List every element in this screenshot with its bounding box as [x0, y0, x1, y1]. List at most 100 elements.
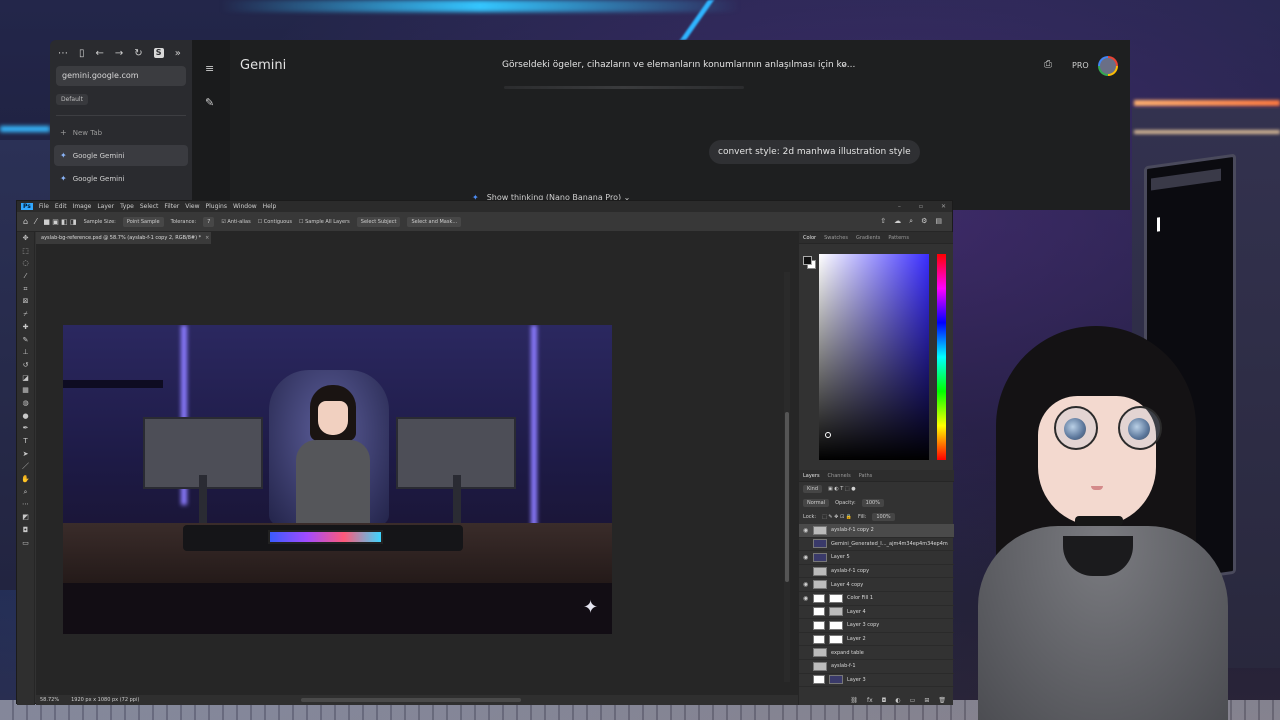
- frame-tool-icon[interactable]: ⊠: [17, 295, 34, 308]
- new-layer-icon[interactable]: ⊞: [924, 697, 929, 704]
- tab-google-gemini[interactable]: ✦ Google Gemini: [54, 168, 188, 189]
- layer-row[interactable]: ◉ Layer 4 copy: [799, 578, 954, 592]
- history-brush-icon[interactable]: ↺: [17, 359, 34, 372]
- tab-google-gemini[interactable]: ✦ Google Gemini: [54, 145, 188, 166]
- layer-row[interactable]: Layer 2: [799, 633, 954, 647]
- kind-filter-select[interactable]: Kind: [803, 485, 823, 493]
- brush-tool-icon[interactable]: ✎: [17, 334, 34, 347]
- layer-row[interactable]: Gemini_Generated_I..._ajm4m34ep4m34ep4m: [799, 538, 954, 552]
- image-canvas[interactable]: ✦: [63, 325, 612, 634]
- contiguous-checkbox[interactable]: ☐ Contiguous: [258, 219, 292, 225]
- document-tab[interactable]: ayslab-bg-reference.psd @ 58.7% (ayslab-…: [36, 232, 211, 244]
- menu-window[interactable]: Window: [233, 203, 257, 210]
- type-tool-icon[interactable]: T: [17, 435, 34, 448]
- chevron-down-icon[interactable]: ⌄: [840, 59, 848, 69]
- selection-mode-icon[interactable]: ■ ▣ ◧ ◨: [43, 218, 76, 226]
- search-icon[interactable]: ⌕: [909, 217, 913, 226]
- more-tools-icon[interactable]: ⋯: [17, 498, 34, 511]
- anti-alias-checkbox[interactable]: ☑ Anti-alias: [221, 219, 250, 225]
- expand-icon[interactable]: »: [175, 48, 181, 59]
- magic-wand-icon[interactable]: ⁄: [35, 217, 36, 226]
- crop-tool-icon[interactable]: ⌗: [17, 283, 34, 296]
- eraser-tool-icon[interactable]: ◪: [17, 372, 34, 385]
- healing-tool-icon[interactable]: ✚: [17, 321, 34, 334]
- horizontal-scrollbar[interactable]: [301, 698, 522, 702]
- sample-size-select[interactable]: Point Sample: [122, 216, 164, 227]
- close-icon[interactable]: ×: [205, 235, 209, 241]
- marquee-tool-icon[interactable]: ⬚: [17, 245, 34, 258]
- layer-row[interactable]: expand table: [799, 646, 954, 660]
- menu-image[interactable]: Image: [73, 203, 92, 210]
- cloud-icon[interactable]: ☁: [894, 217, 901, 226]
- hue-slider[interactable]: [937, 254, 946, 460]
- magic-wand-tool-icon[interactable]: ⁄: [17, 270, 34, 283]
- gradient-tool-icon[interactable]: ▦: [17, 384, 34, 397]
- layer-row[interactable]: Layer 4: [799, 606, 954, 620]
- pen-tool-icon[interactable]: ✒: [17, 422, 34, 435]
- tab-channels[interactable]: Channels: [828, 473, 851, 479]
- foreground-color-swatch[interactable]: [803, 256, 812, 265]
- menu-file[interactable]: File: [39, 203, 49, 210]
- select-subject-button[interactable]: Select Subject: [356, 216, 401, 227]
- layer-row[interactable]: Layer 3 copy: [799, 619, 954, 633]
- blur-tool-icon[interactable]: ◍: [17, 397, 34, 410]
- home-icon[interactable]: ⌂: [23, 217, 28, 226]
- trash-icon[interactable]: 🗑: [938, 697, 946, 704]
- more-icon[interactable]: ⋯: [58, 48, 68, 59]
- hand-tool-icon[interactable]: ✋: [17, 473, 34, 486]
- close-icon[interactable]: ✕: [941, 203, 946, 210]
- mask-icon[interactable]: ◘: [882, 697, 887, 704]
- layer-row[interactable]: Layer 3: [799, 674, 954, 688]
- eye-icon[interactable]: ◉: [803, 527, 809, 534]
- menu-layer[interactable]: Layer: [97, 203, 114, 210]
- eye-icon[interactable]: ◉: [803, 581, 809, 588]
- menu-view[interactable]: View: [185, 203, 199, 210]
- sidebar-toggle-icon[interactable]: ▯: [79, 48, 85, 59]
- eyedropper-tool-icon[interactable]: ⌿: [17, 308, 34, 321]
- menu-edit[interactable]: Edit: [55, 203, 67, 210]
- folder-icon[interactable]: ▭: [910, 697, 916, 704]
- chat-title[interactable]: Görseldeki ögeler, cihazların ve elemanl…: [502, 60, 855, 70]
- layer-row[interactable]: ◉ Layer 5: [799, 551, 954, 565]
- color-swatch-icon[interactable]: ◩: [17, 511, 34, 524]
- move-tool-icon[interactable]: ✥: [17, 232, 34, 245]
- sample-all-layers-checkbox[interactable]: ☐ Sample All Layers: [299, 219, 350, 225]
- tab-gradients[interactable]: Gradients: [856, 235, 880, 241]
- avatar[interactable]: [1098, 56, 1118, 76]
- select-and-mask-button[interactable]: Select and Mask...: [407, 216, 462, 227]
- fx-icon[interactable]: fx: [867, 697, 873, 704]
- link-icon[interactable]: ⛓: [850, 697, 858, 704]
- layer-row[interactable]: ◉ Color Fill 1: [799, 592, 954, 606]
- tab-layers[interactable]: Layers: [803, 473, 820, 479]
- workspace-icon[interactable]: ▤: [935, 217, 942, 226]
- back-icon[interactable]: ←: [96, 48, 104, 59]
- menu-help[interactable]: Help: [263, 203, 277, 210]
- dodge-tool-icon[interactable]: ●: [17, 410, 34, 423]
- maximize-icon[interactable]: ▫: [919, 203, 923, 210]
- stamp-tool-icon[interactable]: ⊥: [17, 346, 34, 359]
- address-bar[interactable]: gemini.google.com: [56, 66, 186, 86]
- tolerance-input[interactable]: 7: [203, 216, 215, 227]
- menu-icon[interactable]: ≡: [205, 62, 214, 75]
- tab-paths[interactable]: Paths: [859, 473, 873, 479]
- menu-filter[interactable]: Filter: [164, 203, 179, 210]
- quick-mask-icon[interactable]: ◘: [17, 524, 34, 537]
- minimize-icon[interactable]: –: [898, 203, 901, 210]
- print-icon[interactable]: ⎙: [1044, 59, 1052, 70]
- profile-label[interactable]: Default: [56, 94, 88, 105]
- adjustment-icon[interactable]: ◐: [895, 697, 900, 704]
- shape-tool-icon[interactable]: ／: [17, 460, 34, 473]
- screen-mode-icon[interactable]: ▭: [17, 537, 34, 550]
- menu-type[interactable]: Type: [120, 203, 134, 210]
- fill-input[interactable]: 100%: [872, 513, 895, 521]
- menu-plugins[interactable]: Plugins: [205, 203, 227, 210]
- forward-icon[interactable]: →: [115, 48, 123, 59]
- reload-icon[interactable]: ↻: [134, 48, 142, 59]
- layer-row[interactable]: ayslab-f-1 copy: [799, 565, 954, 579]
- color-picker-field[interactable]: [819, 254, 929, 460]
- new-tab-button[interactable]: + New Tab: [54, 122, 188, 143]
- new-chat-icon[interactable]: ✎: [205, 96, 214, 109]
- tab-color[interactable]: Color: [803, 235, 816, 241]
- filter-icons[interactable]: ▣ ◐ T ⬚ ●: [828, 486, 856, 492]
- vertical-scrollbar[interactable]: [784, 272, 790, 682]
